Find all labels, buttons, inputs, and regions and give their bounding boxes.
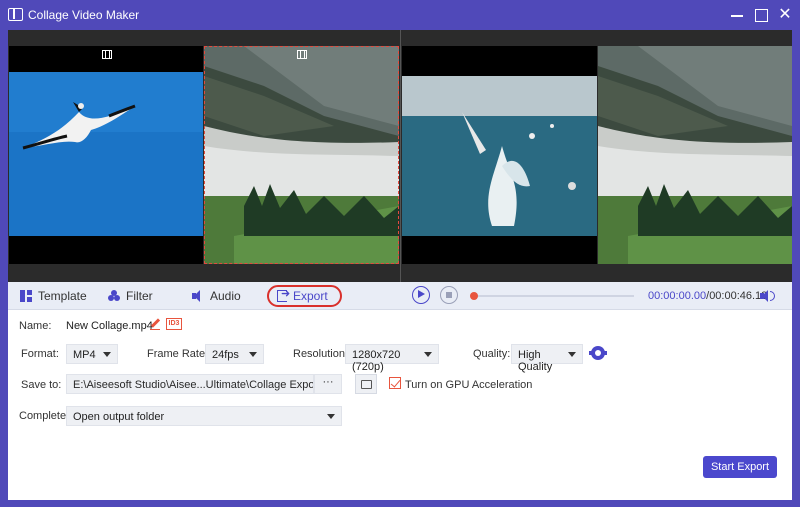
frame-rate-select[interactable]: 24fps <box>205 344 264 364</box>
audio-speaker-icon <box>192 290 204 302</box>
collage-app-icon <box>8 8 23 21</box>
chevron-down-icon <box>424 352 432 357</box>
tab-template[interactable]: Template <box>20 287 87 305</box>
sea-splash-image <box>402 46 597 264</box>
preview-divider <box>400 30 401 282</box>
progress-track[interactable] <box>472 295 634 297</box>
chevron-down-icon <box>327 414 335 419</box>
tab-audio-label: Audio <box>210 289 241 303</box>
tab-export[interactable]: Export <box>267 285 342 307</box>
timecode: 00:00:00.00/00:00:46.12 <box>648 290 767 302</box>
gear-icon[interactable] <box>589 346 607 360</box>
minimize-icon[interactable] <box>728 6 746 24</box>
window-title: Collage Video Maker <box>28 8 140 22</box>
total-time: 00:00:46.12 <box>709 290 768 302</box>
tab-filter-label: Filter <box>126 289 153 303</box>
export-icon <box>277 287 290 302</box>
pencil-icon[interactable] <box>150 319 160 330</box>
mountain-image <box>598 46 792 264</box>
folder-icon <box>361 380 372 389</box>
chevron-down-icon <box>568 352 576 357</box>
collage-cell-mountain[interactable] <box>204 46 399 264</box>
collage-cell-gannet[interactable] <box>9 46 203 264</box>
name-value: New Collage.mp4 <box>66 320 153 332</box>
tab-filter[interactable]: Filter <box>108 287 153 305</box>
open-folder-button[interactable] <box>355 374 377 394</box>
film-icon <box>297 50 307 59</box>
current-time: 00:00:00.00 <box>648 290 707 302</box>
gpu-acceleration-label: Turn on GPU Acceleration <box>405 379 533 391</box>
complete-label: Complete: <box>19 410 70 422</box>
gpu-acceleration-checkbox[interactable] <box>389 377 401 389</box>
close-icon[interactable]: ✕ <box>776 6 794 24</box>
filter-drops-icon <box>108 290 120 302</box>
volume-icon[interactable] <box>760 289 776 303</box>
resolution-value: 1280x720 (720p) <box>352 349 401 373</box>
quality-value: High Quality <box>518 349 553 373</box>
name-label: Name: <box>19 320 52 332</box>
resolution-label: Resolution: <box>293 348 349 360</box>
preview-frame-sea <box>402 46 597 264</box>
preview-frame-mountain <box>598 46 792 264</box>
format-select[interactable]: MP4 <box>66 344 118 364</box>
title-bar: Collage Video Maker ✕ <box>0 0 800 30</box>
format-label: Format: <box>21 348 59 360</box>
film-icon <box>102 50 112 59</box>
quality-select[interactable]: High Quality <box>511 344 583 373</box>
complete-action-select[interactable]: Open output folder <box>66 406 342 426</box>
tab-audio[interactable]: Audio <box>192 287 241 305</box>
stop-icon[interactable] <box>440 286 458 304</box>
resolution-select[interactable]: 1280x720 (720p) <box>345 344 439 373</box>
frame-rate-value: 24fps <box>212 349 239 361</box>
tab-template-label: Template <box>38 289 87 303</box>
save-to-label: Save to: <box>21 379 62 391</box>
template-grid-icon <box>20 290 32 302</box>
mountain-image <box>204 46 399 264</box>
tab-export-label: Export <box>293 289 328 303</box>
chevron-down-icon <box>103 352 111 357</box>
frame-rate-label: Frame Rate: <box>147 348 209 360</box>
browse-button[interactable]: ··· <box>314 374 342 394</box>
start-export-button[interactable]: Start Export <box>703 456 777 478</box>
quality-label: Quality: <box>473 348 511 360</box>
format-value: MP4 <box>73 349 96 361</box>
chevron-down-icon <box>249 352 257 357</box>
save-path-field[interactable]: E:\Aiseesoft Studio\Aisee...Ultimate\Col… <box>66 374 314 394</box>
preview-area <box>8 30 792 282</box>
progress-thumb[interactable] <box>470 292 478 300</box>
maximize-icon[interactable] <box>752 6 770 24</box>
id3-tag-icon[interactable]: ID3 <box>166 318 182 330</box>
export-settings-panel: Name: New Collage.mp4 ID3 Format: MP4 Fr… <box>8 310 792 500</box>
complete-action-value: Open output folder <box>73 411 165 423</box>
save-path-value: E:\Aiseesoft Studio\Aisee...Ultimate\Col… <box>73 379 314 391</box>
gannet-image <box>9 46 203 264</box>
play-icon[interactable] <box>412 286 430 304</box>
playback-controls: 00:00:00.00/00:00:46.12 <box>400 282 792 310</box>
